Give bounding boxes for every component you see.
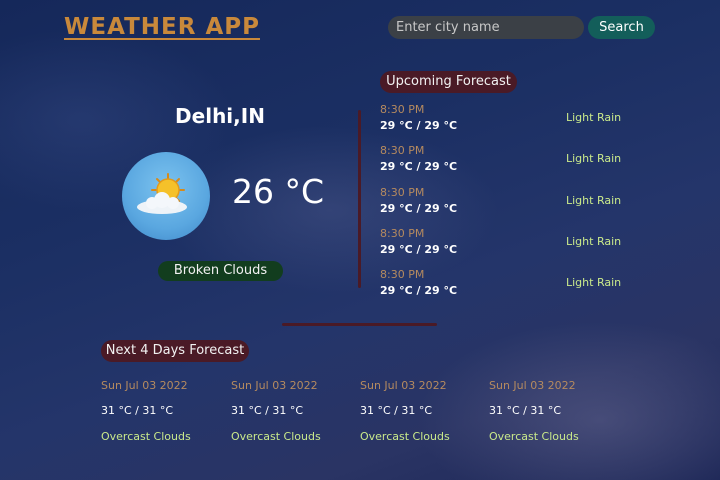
day-forecast-card: Sun Jul 03 2022 31 °C / 31 °C Overcast C… — [489, 379, 614, 443]
current-city: Delhi,IN — [175, 104, 265, 128]
upcoming-forecast-item: 8:30 PM 29 °C / 29 °C Light Rain — [380, 186, 640, 222]
forecast-temp: 29 °C / 29 °C — [380, 202, 458, 215]
upcoming-forecast-item: 8:30 PM 29 °C / 29 °C Light Rain — [380, 268, 640, 304]
day-forecast-card: Sun Jul 03 2022 31 °C / 31 °C Overcast C… — [231, 379, 356, 443]
forecast-temp: 29 °C / 29 °C — [380, 284, 458, 297]
day-desc: Overcast Clouds — [360, 430, 450, 443]
day-desc: Overcast Clouds — [489, 430, 579, 443]
day-desc: Overcast Clouds — [101, 430, 191, 443]
vertical-divider — [358, 110, 361, 288]
forecast-temp: 29 °C / 29 °C — [380, 160, 458, 173]
day-forecast-card: Sun Jul 03 2022 31 °C / 31 °C Overcast C… — [360, 379, 485, 443]
forecast-desc: Light Rain — [566, 111, 622, 124]
day-date: Sun Jul 03 2022 — [489, 379, 576, 392]
forecast-temp: 29 °C / 29 °C — [380, 243, 458, 256]
forecast-desc: Light Rain — [566, 194, 622, 207]
forecast-time: 8:30 PM — [380, 103, 425, 116]
sun-behind-cloud-icon — [137, 173, 187, 214]
search-button[interactable]: Search — [588, 16, 655, 39]
upcoming-forecast-item: 8:30 PM 29 °C / 29 °C Light Rain — [380, 144, 640, 180]
day-temp: 31 °C / 31 °C — [360, 404, 433, 417]
day-date: Sun Jul 03 2022 — [360, 379, 447, 392]
forecast-time: 8:30 PM — [380, 186, 425, 199]
forecast-time: 8:30 PM — [380, 144, 425, 157]
forecast-time: 8:30 PM — [380, 227, 425, 240]
day-date: Sun Jul 03 2022 — [101, 379, 188, 392]
horizontal-divider — [282, 323, 437, 326]
current-description-badge: Broken Clouds — [158, 261, 283, 281]
app-title: WEATHER APP — [64, 14, 260, 40]
day-date: Sun Jul 03 2022 — [231, 379, 318, 392]
upcoming-forecast-label: Upcoming Forecast — [380, 71, 517, 93]
city-search-input[interactable] — [388, 16, 584, 39]
day-temp: 31 °C / 31 °C — [231, 404, 304, 417]
day-temp: 31 °C / 31 °C — [101, 404, 174, 417]
forecast-temp: 29 °C / 29 °C — [380, 119, 458, 132]
forecast-desc: Light Rain — [566, 152, 622, 165]
forecast-desc: Light Rain — [566, 276, 622, 289]
forecast-desc: Light Rain — [566, 235, 622, 248]
upcoming-forecast-item: 8:30 PM 29 °C / 29 °C Light Rain — [380, 227, 640, 263]
day-forecast-card: Sun Jul 03 2022 31 °C / 31 °C Overcast C… — [101, 379, 226, 443]
forecast-time: 8:30 PM — [380, 268, 425, 281]
current-weather-icon-container — [122, 152, 210, 240]
upcoming-forecast-item: 8:30 PM 29 °C / 29 °C Light Rain — [380, 103, 640, 139]
day-temp: 31 °C / 31 °C — [489, 404, 562, 417]
day-desc: Overcast Clouds — [231, 430, 321, 443]
next-days-forecast-label: Next 4 Days Forecast — [101, 340, 249, 362]
current-temperature: 26 °C — [232, 172, 325, 211]
